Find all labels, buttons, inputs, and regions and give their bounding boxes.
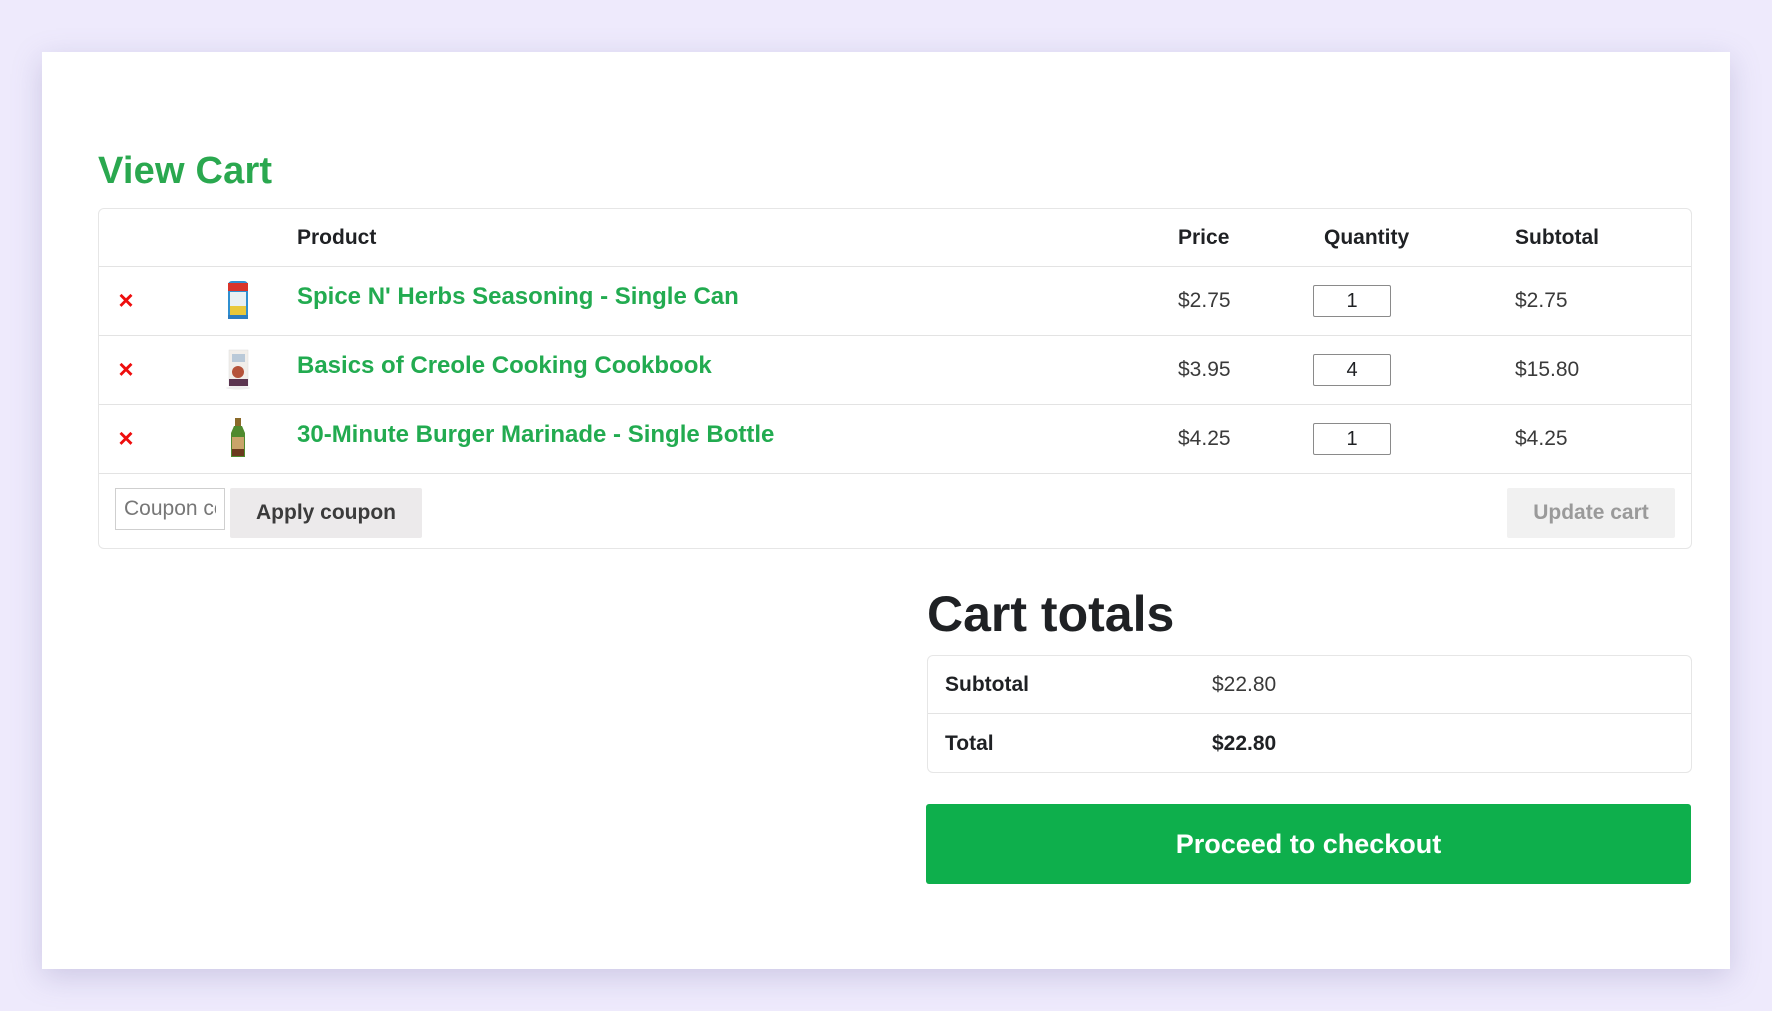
product-thumbnail-cookbook[interactable] <box>223 348 253 390</box>
subtotal-label: Subtotal <box>945 673 1029 696</box>
totals-subtotal-row: Subtotal $22.80 <box>928 656 1691 714</box>
product-thumbnail-marinade-bottle[interactable] <box>223 417 253 459</box>
cart-table: Product Price Quantity Subtotal × Spice … <box>98 208 1692 549</box>
proceed-to-checkout-button[interactable]: Proceed to checkout <box>926 804 1691 884</box>
item-subtotal: $2.75 <box>1515 289 1568 312</box>
cart-totals-table: Subtotal $22.80 Total $22.80 <box>927 655 1692 773</box>
subtotal-value: $22.80 <box>1212 673 1277 696</box>
item-subtotal: $4.25 <box>1515 427 1568 450</box>
quantity-input[interactable] <box>1313 285 1391 317</box>
cart-table-header: Product Price Quantity Subtotal <box>99 209 1691 267</box>
quantity-input[interactable] <box>1313 354 1391 386</box>
total-value: $22.80 <box>1212 732 1277 755</box>
header-quantity: Quantity <box>1324 226 1410 249</box>
cart-row: × 30-Minute Burger Marinade - Single Bot… <box>99 405 1691 474</box>
cart-totals-title: Cart totals <box>927 586 1175 642</box>
apply-coupon-button[interactable]: Apply coupon <box>230 488 422 538</box>
product-link[interactable]: Spice N' Herbs Seasoning - Single Can <box>297 283 739 311</box>
totals-total-row: Total $22.80 <box>928 715 1691 773</box>
update-cart-button[interactable]: Update cart <box>1507 488 1675 538</box>
page-title: View Cart <box>98 150 273 192</box>
product-thumbnail-seasoning-can[interactable] <box>223 279 253 321</box>
item-price: $2.75 <box>1178 289 1231 312</box>
item-price: $4.25 <box>1178 427 1231 450</box>
cart-row: × Basics of Creole Cooking Cookbook $3.9… <box>99 336 1691 405</box>
remove-item-icon[interactable]: × <box>115 356 137 382</box>
remove-item-icon[interactable]: × <box>115 425 137 451</box>
item-subtotal: $15.80 <box>1515 358 1580 381</box>
cart-row: × Spice N' Herbs Seasoning - Single Can … <box>99 267 1691 336</box>
cart-actions: Apply coupon Update cart <box>99 474 1691 550</box>
quantity-input[interactable] <box>1313 423 1391 455</box>
total-label: Total <box>945 732 994 755</box>
header-subtotal: Subtotal <box>1515 226 1599 249</box>
header-price: Price <box>1178 226 1230 249</box>
item-price: $3.95 <box>1178 358 1231 381</box>
product-link[interactable]: Basics of Creole Cooking Cookbook <box>297 352 712 380</box>
coupon-code-input[interactable] <box>115 488 225 530</box>
remove-item-icon[interactable]: × <box>115 287 137 313</box>
product-link[interactable]: 30-Minute Burger Marinade - Single Bottl… <box>297 421 774 449</box>
header-product: Product <box>297 226 377 249</box>
